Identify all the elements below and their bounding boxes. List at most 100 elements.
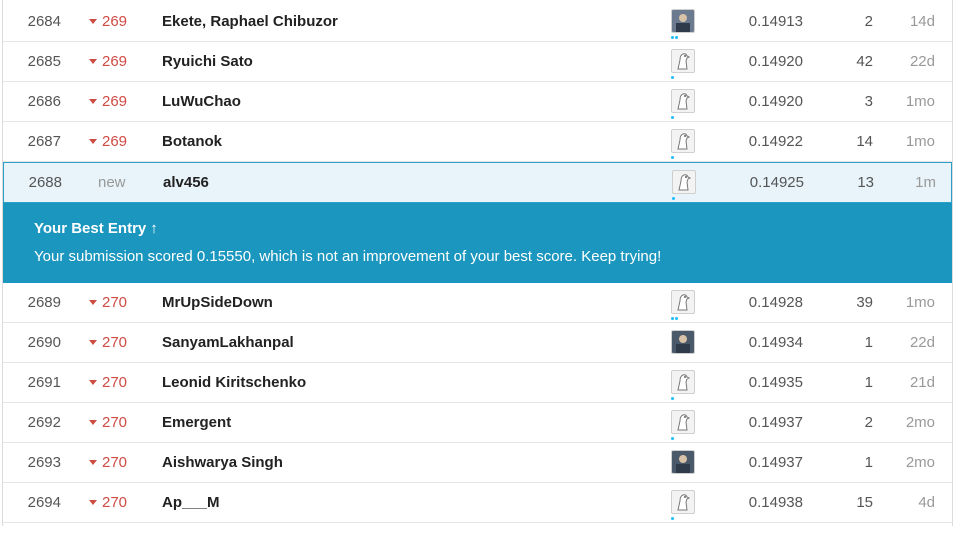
rank-change-value: 269 [102,133,128,150]
rank-change: 269 [89,42,137,82]
entries-count: 42 [856,53,873,70]
member-dot [671,116,674,119]
rank-change: 270 [89,323,137,363]
table-row[interactable]: 2690 270 SanyamLakhanpal 0.14934 1 22d [3,323,952,363]
down-triangle-icon [89,339,97,345]
team-name[interactable]: Botanok [162,122,222,162]
score: 0.14935 [748,374,803,391]
rank-change: new [98,174,126,191]
team-members [671,36,679,40]
member-dot [671,36,674,39]
team-name[interactable]: Ryuichi Sato [162,42,253,82]
entries-count: 15 [856,494,873,511]
rank-change-value: 270 [102,414,128,431]
rank-change: 270 [89,443,137,483]
rank-change: 270 [89,283,137,323]
team-members [671,317,679,321]
goose-icon[interactable] [671,49,695,73]
member-dot [671,437,674,440]
rank-change: 269 [89,122,137,162]
member-dot [672,197,675,200]
entries-count: 13 [857,174,874,191]
rank-change-value: 270 [102,374,128,391]
score: 0.14937 [748,454,803,471]
rank: 2690 [27,334,61,351]
down-triangle-icon [89,98,97,104]
rank-change-value: 270 [102,334,128,351]
down-triangle-icon [89,299,97,305]
last-submission: 22d [909,334,935,351]
team-name[interactable]: Ekete, Raphael Chibuzor [162,2,338,42]
table-row[interactable]: 2694 270 Ap___M 0.14938 15 4d [3,483,952,523]
goose-icon[interactable] [671,490,695,514]
table-row[interactable]: 2685 269 Ryuichi Sato 0.14920 42 22d [3,42,952,82]
score: 0.14928 [748,294,803,311]
entries-count: 1 [864,334,873,351]
rank-change: 270 [89,363,137,403]
table-row[interactable]: 2691 270 Leonid Kiritschenko 0.14935 1 21d [3,363,952,403]
team-members [672,197,676,201]
entries-count: 2 [864,414,873,431]
rank: 2692 [27,414,61,431]
goose-icon[interactable] [671,129,695,153]
table-row[interactable]: 2693 270 Aishwarya Singh 0.14937 1 2mo [3,443,952,483]
score: 0.14925 [749,174,804,191]
table-row[interactable]: 2686 269 LuWuChao 0.14920 3 1mo [3,82,952,122]
team-name[interactable]: Aishwarya Singh [162,443,283,483]
down-triangle-icon [89,138,97,144]
team-name[interactable]: MrUpSideDown [162,283,273,323]
rank: 2687 [27,133,61,150]
goose-icon[interactable] [672,170,696,194]
down-triangle-icon [89,419,97,425]
last-submission: 1mo [905,133,935,150]
rank: 2688 [28,174,62,191]
last-submission: 22d [909,53,935,70]
down-triangle-icon [89,499,97,505]
team-members [671,437,675,441]
team-name[interactable]: LuWuChao [162,82,241,122]
member-dot [671,397,674,400]
goose-icon[interactable] [671,410,695,434]
table-row[interactable]: 2692 270 Emergent 0.14937 2 2mo [3,403,952,443]
team-name[interactable]: SanyamLakhanpal [162,323,294,363]
leaderboard: 2684 269 Ekete, Raphael Chibuzor 0.14913 2 14… [2,0,953,526]
member-dot [675,317,678,320]
member-dot [671,76,674,79]
rank-change: 269 [89,82,137,122]
table-row[interactable]: 2687 269 Botanok 0.14922 14 1mo [3,122,952,162]
photo-icon[interactable] [671,450,695,474]
team-name[interactable]: alv456 [163,163,209,203]
arrow-up-icon: ↑ [150,220,158,237]
team-name[interactable]: Leonid Kiritschenko [162,363,306,403]
last-submission: 1m [915,174,936,191]
rank-change: 269 [89,2,137,42]
rank-change-value: 269 [102,53,128,70]
my-entry-row[interactable]: 2688 new alv456 0.14925 13 1m [3,162,952,203]
entries-count: 39 [856,294,873,311]
banner-title-text: Your Best Entry [34,220,147,237]
rank-change-value: 269 [102,93,128,110]
team-name[interactable]: Ap___M [162,483,220,523]
member-dot [675,36,678,39]
entries-count: 1 [864,374,873,391]
table-row[interactable]: 2684 269 Ekete, Raphael Chibuzor 0.14913 2 14… [3,2,952,42]
team-name[interactable]: Emergent [162,403,231,443]
photo-icon[interactable] [671,330,695,354]
table-row[interactable]: 2689 270 MrUpSideDown 0.14928 39 1mo [3,283,952,323]
rank-change-value: 270 [102,494,128,511]
goose-icon[interactable] [671,89,695,113]
score: 0.14938 [748,494,803,511]
photo-icon[interactable] [671,9,695,33]
last-submission: 1mo [905,294,935,311]
member-dot [671,317,674,320]
team-members [671,76,675,80]
rank-change: 270 [89,403,137,443]
last-submission: 4d [918,494,935,511]
goose-icon[interactable] [671,370,695,394]
down-triangle-icon [89,379,97,385]
goose-icon[interactable] [671,290,695,314]
down-triangle-icon [89,18,97,24]
last-submission: 2mo [905,454,935,471]
rank-change-value: 269 [102,13,128,30]
score: 0.14922 [748,133,803,150]
